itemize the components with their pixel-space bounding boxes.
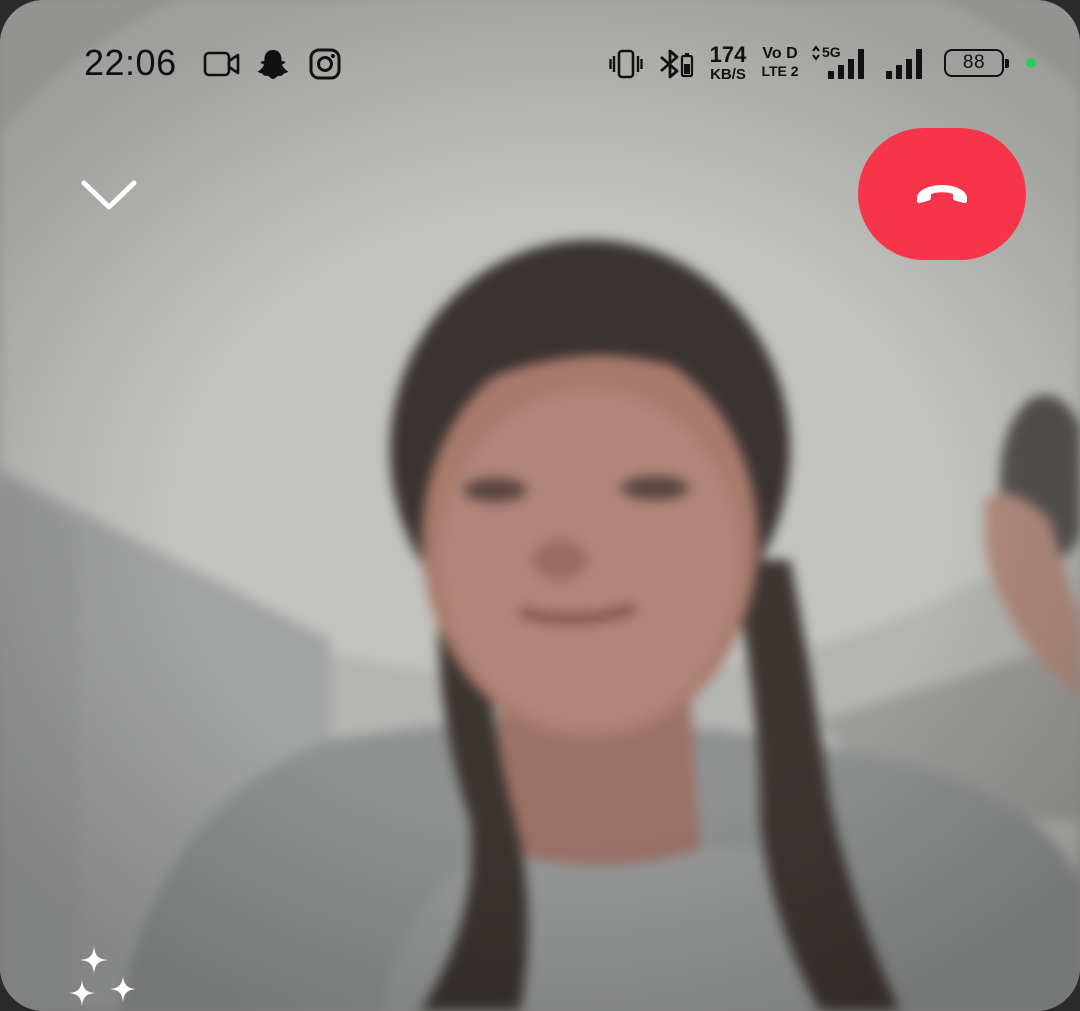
network-speed: 174 KB/S [706, 42, 750, 83]
battery-level: 88 [962, 52, 986, 73]
sparkles-icon [69, 946, 136, 1006]
signal-5g-icon: 5G [810, 42, 874, 82]
video-call-screen: 22:06 174 KB/S Vo D LTE 2 5G 88 [0, 0, 1080, 1011]
hang-up-phone-icon [917, 185, 967, 204]
effects-button[interactable] [60, 940, 144, 1011]
snapchat-icon [254, 44, 292, 84]
volte-top-label: Vo D [762, 45, 798, 62]
battery-icon: 88 [944, 49, 1009, 77]
video-camera-icon [202, 44, 242, 84]
status-bar: 22:06 174 KB/S Vo D LTE 2 5G 88 [0, 0, 1080, 128]
bluetooth-battery-icon [656, 44, 696, 84]
signal-icon [884, 42, 930, 82]
signal-5g-label: 5G [822, 44, 841, 60]
end-call-button[interactable] [858, 128, 1026, 260]
vibrate-icon [608, 44, 644, 84]
privacy-indicator-dot [1026, 58, 1036, 68]
network-speed-value: 174 [709, 42, 747, 67]
volte-icon: Vo D LTE 2 [760, 45, 800, 79]
chevron-down-icon [81, 180, 137, 210]
minimize-call-button[interactable] [66, 160, 152, 230]
network-speed-unit: KB/S [710, 66, 746, 83]
volte-bottom-label: LTE 2 [761, 63, 799, 79]
status-time: 22:06 [84, 42, 177, 83]
instagram-icon [306, 44, 344, 84]
